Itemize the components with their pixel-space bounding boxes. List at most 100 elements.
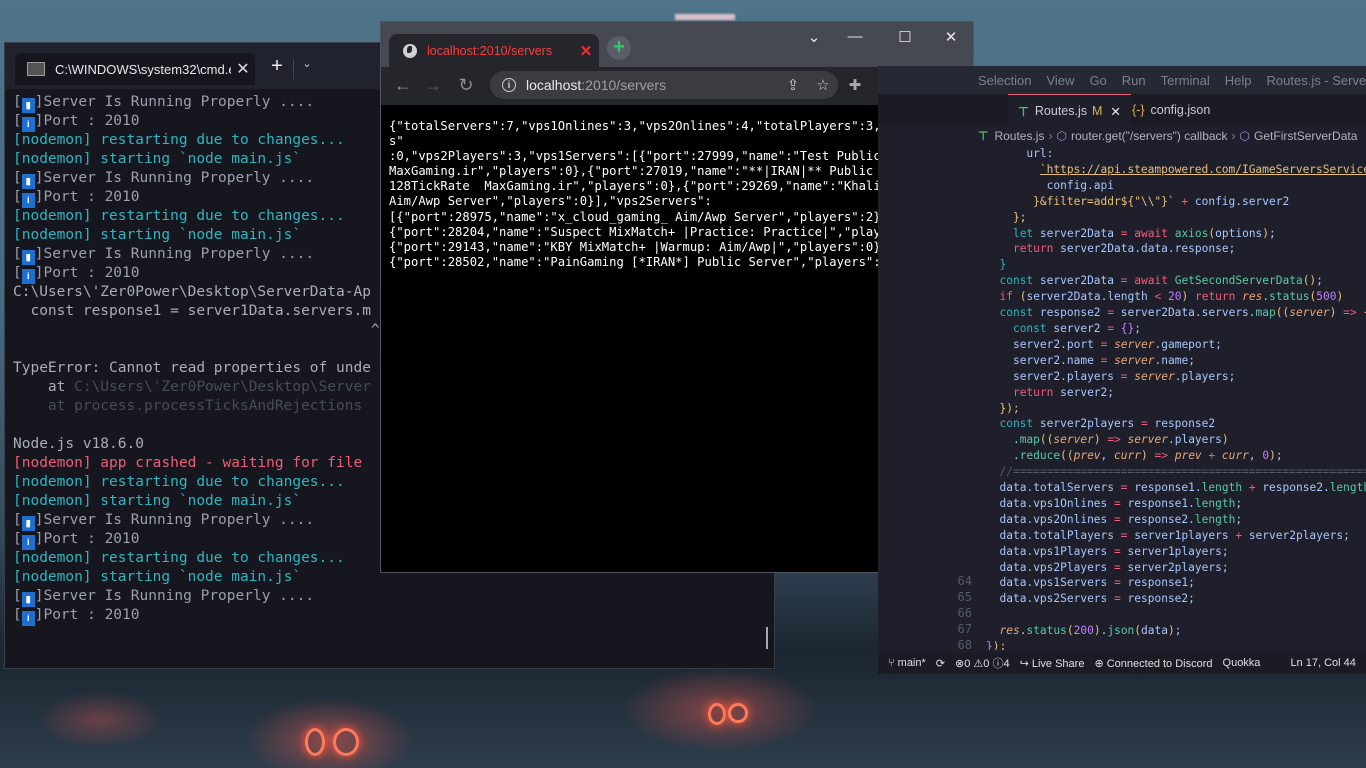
branch-name: main*: [897, 657, 926, 669]
tab-routes-js[interactable]: ⊤ Routes.js M ✕: [1008, 94, 1131, 127]
terminal-tab[interactable]: C:\WINDOWS\system32\cmd.e ✕: [15, 53, 255, 85]
terminal-text: [: [13, 94, 22, 110]
code-editor[interactable]: 64 65 66 67 68 url: `https://api.steampowere…: [878, 146, 1366, 650]
js-file-icon: ⊤: [1018, 104, 1029, 119]
terminal-text: [: [13, 607, 22, 623]
close-icon[interactable]: ✕: [231, 59, 255, 79]
terminal-text: ]Port : 2010: [34, 189, 140, 205]
menu-run[interactable]: Run: [1122, 73, 1146, 88]
minimize-icon[interactable]: —: [840, 28, 870, 45]
modified-badge: M: [1092, 104, 1103, 118]
terminal-text: [nodemon] starting `node main.js`: [13, 227, 302, 243]
terminal-text: ]Server Is Running Properly ....: [34, 170, 315, 186]
terminal-text: [: [13, 113, 22, 129]
maximize-icon[interactable]: ☐: [890, 28, 920, 46]
terminal-text: [: [13, 265, 22, 281]
wallpaper-reflection: [728, 703, 748, 723]
sync-icon[interactable]: ⟳: [936, 657, 945, 670]
terminal-text: C:\Users\'Zer0Power\Desktop\Server: [74, 379, 371, 395]
globe-icon: [403, 44, 417, 58]
menu-go[interactable]: Go: [1089, 73, 1106, 88]
back-icon[interactable]: ←: [391, 75, 415, 96]
url-host: localhost: [526, 77, 582, 93]
tab-label: Routes.js: [1034, 104, 1087, 118]
activity-bar: ◯ ⚙: [878, 646, 918, 650]
menu-help[interactable]: Help: [1225, 73, 1252, 88]
terminal-text: ]Port : 2010: [34, 607, 140, 623]
signal-bars-icon: ▮: [21, 98, 35, 113]
terminal-text: [: [13, 531, 22, 547]
forward-icon[interactable]: →: [421, 75, 445, 96]
chevron-right-icon: ›: [1231, 129, 1236, 143]
warning-count: 0: [983, 658, 990, 670]
terminal-text: Node.js v18.6.0: [13, 436, 144, 452]
browser-tabstrip: localhost:2010/servers ✕ + ⌄ — ☐ ✕: [381, 22, 973, 68]
close-window-icon[interactable]: ✕: [936, 28, 966, 46]
signal-bars-icon: ▮: [21, 516, 35, 531]
terminal-text: ^: [13, 322, 380, 338]
url-path: :2010/servers: [581, 77, 667, 93]
terminal-tab-title: C:\WINDOWS\system32\cmd.e: [55, 61, 231, 77]
terminal-text: const response1 = server1Data.servers.m: [13, 303, 371, 319]
js-file-icon: ⊤: [978, 129, 989, 143]
line-number: 66: [957, 605, 972, 620]
signal-bars-icon: ▮: [21, 250, 35, 265]
menu-terminal[interactable]: Terminal: [1161, 73, 1210, 88]
info-icon: i: [21, 193, 35, 208]
close-icon[interactable]: ✕: [1110, 104, 1120, 119]
info-icon: i: [21, 269, 35, 284]
close-icon[interactable]: ✕: [573, 42, 599, 60]
tab-search-icon[interactable]: ⌄: [799, 28, 829, 46]
status-bar: ⑂ main* ⟳ ⊗0 ⚠0 ⓘ4 ↪ Live Share ⊕ Connec…: [878, 652, 1366, 674]
line-number: 68: [957, 637, 972, 650]
json-file-icon: {-}: [1132, 103, 1145, 117]
problems-indicator[interactable]: ⊗0 ⚠0 ⓘ4: [955, 655, 1010, 671]
line-number: 67: [957, 621, 972, 636]
code-content[interactable]: url: `https://api.steampowered.com/IGame…: [986, 146, 1366, 650]
cursor-position[interactable]: Ln 17, Col 44: [1290, 657, 1355, 669]
editor-tabs: ⊤ Routes.js M ✕ {-} config.json: [878, 94, 1366, 127]
address-bar[interactable]: i localhost:2010/servers ⇪ ☆: [490, 71, 838, 99]
info-count: 4: [1003, 658, 1010, 670]
terminal-text: ]Server Is Running Properly ....: [34, 246, 315, 262]
terminal-text: ]Server Is Running Properly ....: [34, 588, 315, 604]
terminal-text: ]Port : 2010: [34, 531, 140, 547]
reload-icon[interactable]: ↻: [454, 75, 478, 96]
terminal-text: C:\Users\'Zer0Power\Desktop\ServerData-A…: [13, 284, 371, 300]
menu-view[interactable]: View: [1046, 73, 1074, 88]
new-tab-button[interactable]: +: [607, 36, 631, 60]
live-share-button[interactable]: ↪ Live Share: [1020, 657, 1085, 670]
terminal-line: [i]Port : 2010: [13, 606, 774, 626]
extensions-icon[interactable]: ✚: [844, 76, 866, 94]
terminal-text: TypeError: Cannot read properties of und…: [13, 360, 371, 376]
terminal-text: ]Server Is Running Properly ....: [34, 512, 315, 528]
breadcrumb-function[interactable]: GetFirstServerData: [1254, 129, 1357, 143]
browser-tab-title: localhost:2010/servers: [427, 44, 553, 58]
menu-bar: Selection View Go Run Terminal Help Routes.js …: [878, 66, 1366, 94]
info-icon: i: [21, 535, 35, 550]
method-icon: ⬡: [1239, 129, 1251, 143]
terminal-text: [nodemon] starting `node main.js`: [13, 151, 302, 167]
terminal-text: at process.processTicksAndRejections: [13, 398, 363, 414]
git-branch[interactable]: ⑂ main*: [888, 657, 926, 669]
tab-label: config.json: [1150, 103, 1211, 117]
menu-selection[interactable]: Selection: [978, 73, 1031, 88]
tab-config-json[interactable]: {-} config.json: [1122, 94, 1220, 126]
wallpaper-reflection: [708, 703, 726, 725]
terminal-text: [: [13, 170, 22, 186]
vscode-window[interactable]: Selection View Go Run Terminal Help Routes.js …: [878, 66, 1366, 674]
share-icon[interactable]: ⇪: [778, 76, 808, 94]
info-icon[interactable]: i: [502, 78, 516, 92]
breadcrumb-file[interactable]: Routes.js: [994, 129, 1044, 143]
bookmark-star-icon[interactable]: ☆: [808, 76, 838, 94]
new-tab-button[interactable]: +: [265, 55, 289, 78]
chevron-down-icon[interactable]: ⌄: [299, 57, 315, 70]
error-count: 0: [964, 658, 971, 670]
discord-status[interactable]: ⊕ Connected to Discord: [1094, 657, 1212, 670]
url-text[interactable]: localhost:2010/servers: [526, 77, 778, 93]
scrollbar[interactable]: [766, 627, 768, 649]
breadcrumb-callback[interactable]: router.get("/servers") callback: [1071, 129, 1228, 143]
quokka-button[interactable]: Quokka: [1223, 657, 1261, 669]
browser-tab[interactable]: localhost:2010/servers ✕: [389, 34, 599, 68]
terminal-text: [nodemon] starting `node main.js`: [13, 493, 302, 509]
